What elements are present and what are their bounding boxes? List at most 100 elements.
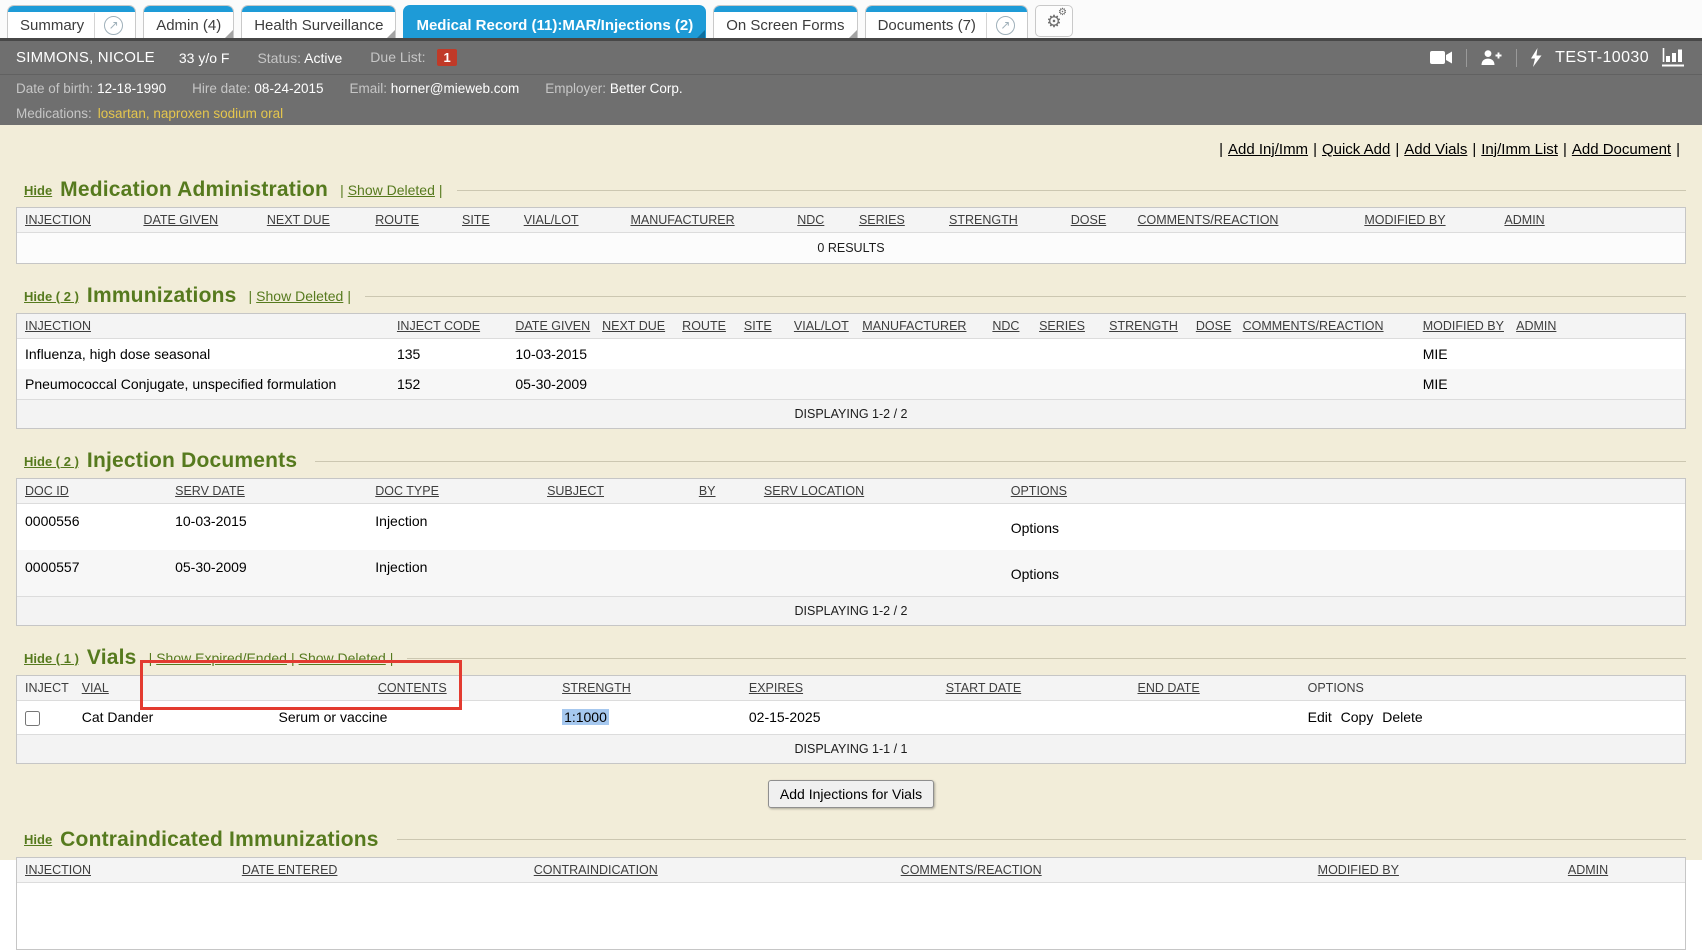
immunizations-table: INJECTIONINJECT CODEDATE GIVENNEXT DUERO…	[16, 313, 1686, 429]
column-header-series[interactable]: SERIES	[851, 208, 941, 233]
due-list-badge[interactable]: 1	[437, 49, 456, 66]
column-header-manufacturer[interactable]: MANUFACTURER	[622, 208, 789, 233]
column-header-admin[interactable]: ADMIN	[1508, 314, 1685, 339]
column-header-date-entered[interactable]: DATE ENTERED	[234, 858, 526, 883]
copy-link[interactable]: Copy	[1341, 709, 1374, 725]
results-count: 0 RESULTS	[17, 233, 1685, 263]
column-header-site[interactable]: SITE	[736, 314, 786, 339]
add-vials-link[interactable]: Add Vials	[1404, 141, 1467, 158]
column-header-ndc[interactable]: NDC	[789, 208, 851, 233]
tab-summary[interactable]: Summary ↗	[7, 5, 136, 38]
column-header-strength[interactable]: STRENGTH	[941, 208, 1063, 233]
hide-link[interactable]: Hide ( 2 )	[24, 454, 79, 469]
column-header-next-due[interactable]: NEXT DUE	[594, 314, 674, 339]
separator: |	[1563, 141, 1567, 158]
tab-documents-label: Documents (7)	[878, 17, 976, 34]
column-header-doc-id[interactable]: DOC ID	[17, 479, 167, 504]
column-header-date-given[interactable]: DATE GIVEN	[135, 208, 258, 233]
column-header-site[interactable]: SITE	[454, 208, 516, 233]
column-header-dose[interactable]: DOSE	[1188, 314, 1235, 339]
column-header-serv-date[interactable]: SERV DATE	[167, 479, 367, 504]
show-deleted-link[interactable]: Show Deleted	[348, 182, 435, 198]
medications-value[interactable]: losartan, naproxen sodium oral	[98, 106, 283, 121]
column-header-comments-reaction[interactable]: COMMENTS/REACTION	[1235, 314, 1415, 339]
lightning-icon[interactable]	[1530, 48, 1542, 67]
add-document-link[interactable]: Add Document	[1572, 141, 1671, 158]
column-header-vial[interactable]: VIAL	[74, 676, 271, 701]
column-header-modified-by[interactable]: MODIFIED BY	[1310, 858, 1560, 883]
column-header-vial-lot[interactable]: VIAL/LOT	[786, 314, 854, 339]
column-header-modified-by[interactable]: MODIFIED BY	[1415, 314, 1508, 339]
hide-link[interactable]: Hide	[24, 183, 52, 198]
column-header-strength[interactable]: STRENGTH	[554, 676, 741, 701]
table-cell	[1508, 369, 1685, 399]
table-cell	[691, 504, 756, 551]
tab-health-surveillance[interactable]: Health Surveillance	[241, 5, 396, 38]
medications-label: Medications:	[16, 106, 92, 121]
add-person-icon[interactable]	[1480, 49, 1503, 66]
column-header-expires[interactable]: EXPIRES	[741, 676, 938, 701]
section-rule	[457, 190, 1686, 191]
settings-button[interactable]: ⚙ ⚙	[1035, 5, 1073, 37]
vials-table: INJECT VIAL CONTENTS STRENGTH EXPIRES ST…	[16, 675, 1686, 764]
column-header-comments-reaction[interactable]: COMMENTS/REACTION	[893, 858, 1310, 883]
tab-admin[interactable]: Admin (4)	[143, 5, 234, 38]
table-cell: Injection	[367, 504, 539, 551]
column-header-by[interactable]: BY	[691, 479, 756, 504]
show-expired-ended-link[interactable]: Show Expired/Ended	[156, 650, 287, 666]
tab-documents-popout[interactable]: ↗	[986, 13, 1015, 38]
table-cell	[1031, 369, 1101, 399]
paging-status: DISPLAYING 1-2 / 2	[17, 596, 1685, 625]
hide-link[interactable]: Hide	[24, 832, 52, 847]
column-header-manufacturer[interactable]: MANUFACTURER	[854, 314, 984, 339]
column-header-subject[interactable]: SUBJECT	[539, 479, 691, 504]
column-header-options[interactable]: OPTIONS	[1003, 479, 1685, 504]
inj-imm-list-link[interactable]: Inj/Imm List	[1481, 141, 1558, 158]
column-header-admin[interactable]: ADMIN	[1560, 858, 1685, 883]
tab-health-surveillance-label: Health Surveillance	[254, 17, 383, 34]
separator: |	[149, 650, 153, 666]
quick-add-link[interactable]: Quick Add	[1322, 141, 1390, 158]
hide-link[interactable]: Hide ( 2 )	[24, 289, 79, 304]
tab-on-screen-forms[interactable]: On Screen Forms	[713, 5, 857, 38]
column-header-series[interactable]: SERIES	[1031, 314, 1101, 339]
column-header-modified-by[interactable]: MODIFIED BY	[1356, 208, 1496, 233]
column-header-injection[interactable]: INJECTION	[17, 208, 135, 233]
column-header-admin[interactable]: ADMIN	[1496, 208, 1685, 233]
show-deleted-link[interactable]: Show Deleted	[256, 288, 343, 304]
tab-medical-record[interactable]: Medical Record (11):MAR/Injections (2)	[403, 5, 706, 38]
column-header-inject: INJECT	[17, 676, 74, 701]
column-header-doc-type[interactable]: DOC TYPE	[367, 479, 539, 504]
hide-link[interactable]: Hide ( 1 )	[24, 651, 79, 666]
column-header-vial-lot[interactable]: VIAL/LOT	[516, 208, 623, 233]
external-link-icon: ↗	[104, 16, 123, 35]
column-header-start-date[interactable]: START DATE	[938, 676, 1130, 701]
column-header-comments-reaction[interactable]: COMMENTS/REACTION	[1129, 208, 1356, 233]
tab-summary-popout[interactable]: ↗	[94, 13, 123, 38]
table-cell	[1235, 339, 1415, 370]
tab-documents[interactable]: Documents (7) ↗	[865, 5, 1028, 38]
vial-select-checkbox[interactable]	[25, 711, 40, 726]
column-header-route[interactable]: ROUTE	[674, 314, 736, 339]
video-camera-icon[interactable]	[1430, 50, 1453, 65]
delete-link[interactable]: Delete	[1382, 709, 1422, 725]
edit-link[interactable]: Edit	[1308, 709, 1332, 725]
column-header-contents[interactable]: CONTENTS	[271, 676, 555, 701]
column-header-strength[interactable]: STRENGTH	[1101, 314, 1188, 339]
flowsheet-chart-icon[interactable]	[1662, 48, 1686, 67]
column-header-next-due[interactable]: NEXT DUE	[259, 208, 367, 233]
column-header-inject-code[interactable]: INJECT CODE	[389, 314, 507, 339]
column-header-injection[interactable]: INJECTION	[17, 858, 234, 883]
column-header-end-date[interactable]: END DATE	[1130, 676, 1300, 701]
column-header-dose[interactable]: DOSE	[1063, 208, 1130, 233]
column-header-contraindication[interactable]: CONTRAINDICATION	[526, 858, 893, 883]
dob-value: 12-18-1990	[97, 81, 166, 96]
column-header-injection[interactable]: INJECTION	[17, 314, 389, 339]
add-inj-imm-link[interactable]: Add Inj/Imm	[1228, 141, 1308, 158]
add-injections-for-vials-button[interactable]: Add Injections for Vials	[768, 780, 934, 808]
column-header-ndc[interactable]: NDC	[984, 314, 1031, 339]
show-deleted-link[interactable]: Show Deleted	[299, 650, 386, 666]
column-header-serv-location[interactable]: SERV LOCATION	[756, 479, 1003, 504]
column-header-date-given[interactable]: DATE GIVEN	[507, 314, 594, 339]
column-header-route[interactable]: ROUTE	[367, 208, 454, 233]
